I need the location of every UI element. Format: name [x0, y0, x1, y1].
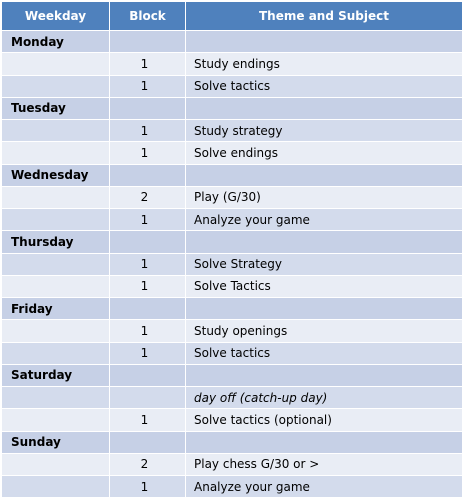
empty-cell	[1, 141, 110, 165]
empty-cell	[1, 52, 110, 76]
empty-cell	[1, 274, 110, 299]
day-name: Friday	[1, 296, 110, 321]
subject-cell: Solve endings	[185, 141, 463, 165]
empty-cell	[1, 74, 110, 98]
table-row: 1 Study endings	[1, 52, 463, 76]
subject-cell: Analyze your game	[185, 474, 463, 498]
subject-cell: Play chess G/30 or >	[185, 452, 463, 477]
subject-cell: Study strategy	[185, 118, 463, 143]
table-row: 1 Solve tactics	[1, 341, 463, 365]
subject-cell: day off (catch-up day)	[185, 385, 463, 410]
subject-cell: Solve tactics	[185, 341, 463, 365]
table-row: 1 Study openings	[1, 319, 463, 343]
subject-cell: Solve tactics	[185, 74, 463, 98]
empty-cell	[109, 29, 186, 54]
table-row: 1 Solve tactics	[1, 74, 463, 98]
empty-cell	[109, 96, 186, 121]
block-cell: 1	[109, 118, 186, 143]
empty-cell	[185, 96, 463, 121]
empty-cell	[109, 363, 186, 388]
subject-cell: Play (G/30)	[185, 185, 463, 210]
theme-column-header: Theme and Subject	[185, 1, 463, 31]
table-row: 1 Solve Strategy	[1, 252, 463, 276]
block-cell	[109, 385, 186, 410]
empty-cell	[1, 341, 110, 365]
empty-cell	[109, 296, 186, 321]
table-row: 2 Play chess G/30 or >	[1, 452, 463, 477]
day-name: Saturday	[1, 363, 110, 388]
day-row-tuesday: Tuesday	[1, 96, 463, 121]
day-name: Wednesday	[1, 163, 110, 187]
empty-cell	[109, 163, 186, 187]
block-cell: 1	[109, 141, 186, 165]
day-name: Sunday	[1, 430, 110, 454]
subject-cell: Study endings	[185, 52, 463, 76]
empty-cell	[185, 363, 463, 388]
empty-cell	[1, 118, 110, 143]
empty-cell	[185, 430, 463, 454]
empty-cell	[109, 430, 186, 454]
day-name: Tuesday	[1, 96, 110, 121]
block-cell: 1	[109, 341, 186, 365]
empty-cell	[1, 474, 110, 498]
empty-cell	[1, 408, 110, 432]
day-row-friday: Friday	[1, 296, 463, 321]
table-row: 1 Analyze your game	[1, 474, 463, 498]
day-name: Monday	[1, 29, 110, 54]
block-cell: 2	[109, 452, 186, 477]
block-cell: 1	[109, 408, 186, 432]
table-row: day off (catch-up day)	[1, 385, 463, 410]
day-row-thursday: Thursday	[1, 230, 463, 254]
table-row: 1 Study strategy	[1, 118, 463, 143]
empty-cell	[1, 207, 110, 232]
day-row-sunday: Sunday	[1, 430, 463, 454]
empty-cell	[1, 185, 110, 210]
subject-cell: Study openings	[185, 319, 463, 343]
weekly-schedule-table: Weekday Block Theme and Subject Monday 1…	[1, 1, 463, 498]
table-row: 1 Analyze your game	[1, 207, 463, 232]
block-cell: 2	[109, 185, 186, 210]
empty-cell	[1, 385, 110, 410]
block-cell: 1	[109, 252, 186, 276]
empty-cell	[1, 252, 110, 276]
empty-cell	[1, 452, 110, 477]
day-row-wednesday: Wednesday	[1, 163, 463, 187]
block-cell: 1	[109, 474, 186, 498]
empty-cell	[185, 163, 463, 187]
table-row: 1 Solve Tactics	[1, 274, 463, 299]
weekday-column-header: Weekday	[1, 1, 110, 31]
empty-cell	[185, 296, 463, 321]
table-body: Monday 1 Study endings 1 Solve tactics T…	[1, 29, 463, 498]
day-row-monday: Monday	[1, 29, 463, 54]
table-header: Weekday Block Theme and Subject	[1, 1, 463, 31]
day-name: Thursday	[1, 230, 110, 254]
table-row: 1 Solve endings	[1, 141, 463, 165]
empty-cell	[109, 230, 186, 254]
block-cell: 1	[109, 274, 186, 299]
subject-cell: Solve Strategy	[185, 252, 463, 276]
empty-cell	[1, 319, 110, 343]
block-cell: 1	[109, 74, 186, 98]
empty-cell	[185, 230, 463, 254]
subject-cell: Solve Tactics	[185, 274, 463, 299]
block-cell: 1	[109, 52, 186, 76]
table-row: 2 Play (G/30)	[1, 185, 463, 210]
subject-cell: Analyze your game	[185, 207, 463, 232]
table-row: 1 Solve tactics (optional)	[1, 408, 463, 432]
subject-cell: Solve tactics (optional)	[185, 408, 463, 432]
header-row: Weekday Block Theme and Subject	[1, 1, 463, 31]
empty-cell	[185, 29, 463, 54]
block-column-header: Block	[109, 1, 186, 31]
block-cell: 1	[109, 207, 186, 232]
day-row-saturday: Saturday	[1, 363, 463, 388]
block-cell: 1	[109, 319, 186, 343]
